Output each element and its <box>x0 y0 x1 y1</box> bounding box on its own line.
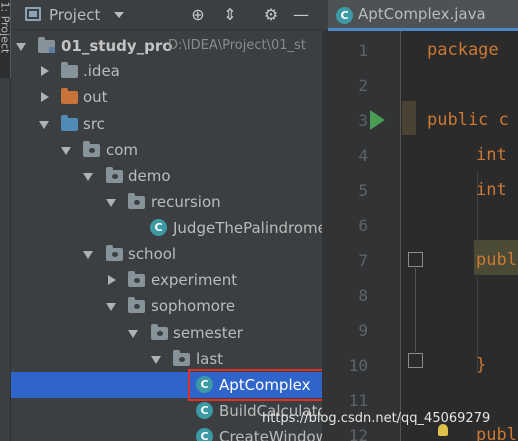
tree-item-recursion[interactable]: recursion <box>11 189 322 215</box>
chevron-down-icon[interactable] <box>16 43 26 51</box>
tree-item-create-window[interactable]: C CreateWindow <box>11 424 322 441</box>
line-number: 1 <box>358 41 368 60</box>
caret-line-highlight <box>402 101 416 135</box>
gear-icon[interactable]: ⚙ <box>261 5 281 25</box>
line-number: 12 <box>348 426 368 441</box>
chevron-right-icon[interactable] <box>41 92 49 102</box>
tool-window-strip: 1: Project <box>0 0 12 441</box>
chevron-down-icon[interactable] <box>106 199 116 207</box>
line-number: 4 <box>358 146 368 165</box>
editor-tab-label: AptComplex.java <box>358 5 486 23</box>
line-number: 2 <box>358 76 368 95</box>
chevron-down-icon[interactable] <box>83 251 93 259</box>
line-number: 7 <box>358 251 368 270</box>
tree-item-root[interactable]: 01_study_pro D:\IDEA\Project\01_st <box>11 33 322 59</box>
java-class-icon: C <box>196 428 213 441</box>
java-class-icon: C <box>336 7 353 24</box>
annotation-highlight-box <box>188 369 339 401</box>
project-tool-tab-label: 1: Project <box>0 1 12 54</box>
project-tool-tab[interactable]: 1: Project <box>0 0 12 78</box>
code-line-7: publ <box>476 250 517 270</box>
java-class-icon: C <box>150 219 167 236</box>
root-name: 01_study_pro <box>61 37 173 55</box>
tree-item-label: semester <box>173 324 243 342</box>
tree-item-school[interactable]: school <box>11 241 322 267</box>
package-icon <box>83 141 100 157</box>
package-icon <box>128 271 145 287</box>
package-icon <box>151 324 168 340</box>
package-icon <box>106 245 123 261</box>
tree-item-label: experiment <box>151 271 238 289</box>
code-line-12: publ <box>476 425 517 441</box>
code-line-1: package <box>427 40 499 60</box>
code-editor[interactable]: package public c int int publ } publ <box>402 31 518 441</box>
tree-item-label: demo <box>128 167 171 185</box>
tree-item-src[interactable]: src <box>11 111 322 137</box>
tree-item-label: school <box>128 245 177 263</box>
project-view-icon <box>25 7 41 21</box>
source-folder-icon <box>61 115 78 131</box>
root-path: D:\IDEA\Project\01_st <box>168 38 306 53</box>
project-view-selector[interactable]: Project <box>49 6 100 24</box>
tree-item-sophomore[interactable]: sophomore <box>11 293 322 319</box>
project-panel-header: Project ⊕ ⇕ ⚙ — <box>11 0 322 30</box>
tree-item-semester[interactable]: semester <box>11 320 322 346</box>
code-line-5: int <box>476 180 507 200</box>
chevron-down-icon[interactable] <box>61 147 71 155</box>
run-icon[interactable] <box>370 110 385 130</box>
tree-item-label: .idea <box>83 62 120 80</box>
package-icon <box>128 297 145 313</box>
chevron-down-icon[interactable] <box>114 12 124 18</box>
tree-item-label: out <box>83 88 108 106</box>
tree-item-com[interactable]: com <box>11 137 322 163</box>
watermark: https://blog.csdn.net/qq_45069279 <box>262 411 491 426</box>
chevron-right-icon[interactable] <box>108 275 116 285</box>
line-number: 9 <box>358 321 368 340</box>
chevron-down-icon[interactable] <box>151 356 161 364</box>
tree-item-label: src <box>83 115 105 133</box>
package-icon <box>106 167 123 183</box>
excluded-folder-icon <box>61 88 78 104</box>
editor-tab-apt-complex[interactable]: C AptComplex.java <box>328 0 518 31</box>
tree-item-label: CreateWindow <box>219 428 322 441</box>
line-number: 10 <box>348 356 368 375</box>
hide-panel-icon[interactable]: — <box>291 5 311 25</box>
tree-item-judge-the-palindrome[interactable]: C JudgeThePalindrome <box>11 215 322 241</box>
line-number: 3 <box>358 111 368 130</box>
code-line-10: } <box>476 355 487 375</box>
line-number: 6 <box>358 216 368 235</box>
chevron-down-icon[interactable] <box>106 303 116 311</box>
package-icon <box>173 350 190 366</box>
tree-item-experiment[interactable]: experiment <box>11 267 322 293</box>
locate-icon[interactable]: ⊕ <box>188 5 208 25</box>
line-number: 8 <box>358 286 368 305</box>
tree-item-idea[interactable]: .idea <box>11 58 322 84</box>
chevron-down-icon[interactable] <box>83 173 93 181</box>
module-folder-icon <box>38 37 55 53</box>
package-icon <box>128 193 145 209</box>
chevron-down-icon[interactable] <box>39 121 49 129</box>
java-class-icon: C <box>196 402 213 419</box>
code-line-3: public c <box>427 110 509 130</box>
tree-item-demo[interactable]: demo <box>11 163 322 189</box>
collapse-all-icon[interactable]: ⇕ <box>220 5 240 25</box>
chevron-right-icon[interactable] <box>41 66 49 76</box>
editor-gutter: 1 2 3 4 5 6 7 8 9 10 11 12 <box>322 31 401 441</box>
editor-tab-bar: C AptComplex.java <box>322 0 518 31</box>
code-line-4: int <box>476 145 507 165</box>
tree-item-label: JudgeThePalindrome <box>173 219 322 237</box>
tree-item-out[interactable]: out <box>11 84 322 110</box>
chevron-down-icon[interactable] <box>128 330 138 338</box>
line-number: 11 <box>348 391 368 410</box>
folder-icon <box>61 62 78 78</box>
tree-item-label: com <box>106 141 139 159</box>
tree-item-label: sophomore <box>151 297 236 315</box>
line-number: 5 <box>358 181 368 200</box>
tree-item-label: recursion <box>151 193 221 211</box>
